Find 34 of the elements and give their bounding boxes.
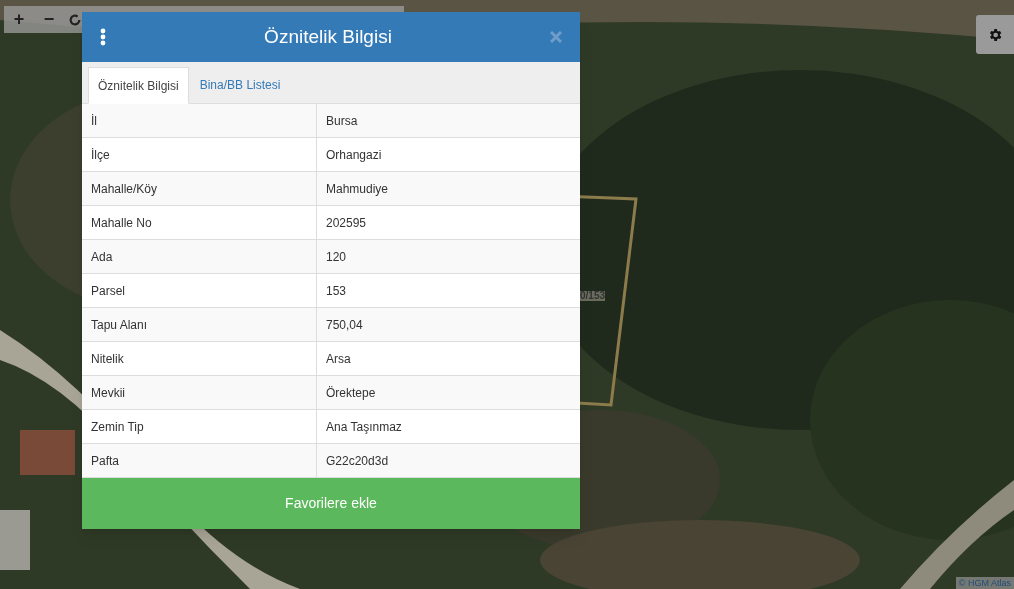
table-cell: Pafta	[82, 444, 317, 477]
table-cell: Tapu Alanı	[82, 308, 317, 341]
table-cell-text: 120	[325, 248, 348, 266]
table-cell-text: 750,04	[325, 316, 364, 334]
more-icon[interactable]	[100, 28, 106, 46]
table-cell: Nitelik	[82, 342, 317, 375]
table-cell: Mevkii	[82, 376, 317, 409]
attribution: © HGM Atlas	[955, 577, 1014, 589]
table-cell: Mahalle No	[82, 206, 317, 239]
zoom-out-button[interactable]: −	[34, 6, 64, 33]
table-cell: İlçe	[82, 138, 317, 171]
table-cell-text: Bursa	[325, 112, 359, 130]
refresh-icon[interactable]	[68, 13, 82, 27]
table-cell-text: Örektepe	[325, 384, 377, 402]
settings-icon	[987, 26, 1003, 43]
table-cell: İl	[82, 104, 317, 137]
dialog-title: Öznitelik Bilgisi	[263, 24, 393, 49]
table-cell-text: Arsa	[325, 350, 352, 368]
table-cell-text: Ana Taşınmaz	[325, 418, 403, 436]
table-cell-text: 202595	[325, 214, 368, 232]
table-cell-text: Mahmudiye	[325, 180, 390, 198]
table-cell-text: 153	[325, 282, 348, 300]
tab[interactable]: Öznitelik Bilgisi	[88, 67, 189, 104]
settings-button[interactable]	[976, 15, 1014, 54]
table-cell: Zemin Tip	[82, 410, 317, 443]
tab[interactable]: Bina/BB Listesi	[188, 66, 292, 103]
table-cell: Mahalle/Köy	[82, 172, 317, 205]
map-label: 0/153	[580, 291, 606, 301]
table-cell: Ada	[82, 240, 317, 273]
table-cell-text: Orhangazi	[325, 146, 383, 164]
table-cell-text: G22c20d3d	[325, 452, 390, 470]
add-favorites-button[interactable]: Favorilere ekle	[82, 478, 580, 529]
table-cell: Parsel	[82, 274, 317, 307]
zoom-in-button[interactable]: +	[4, 6, 34, 33]
